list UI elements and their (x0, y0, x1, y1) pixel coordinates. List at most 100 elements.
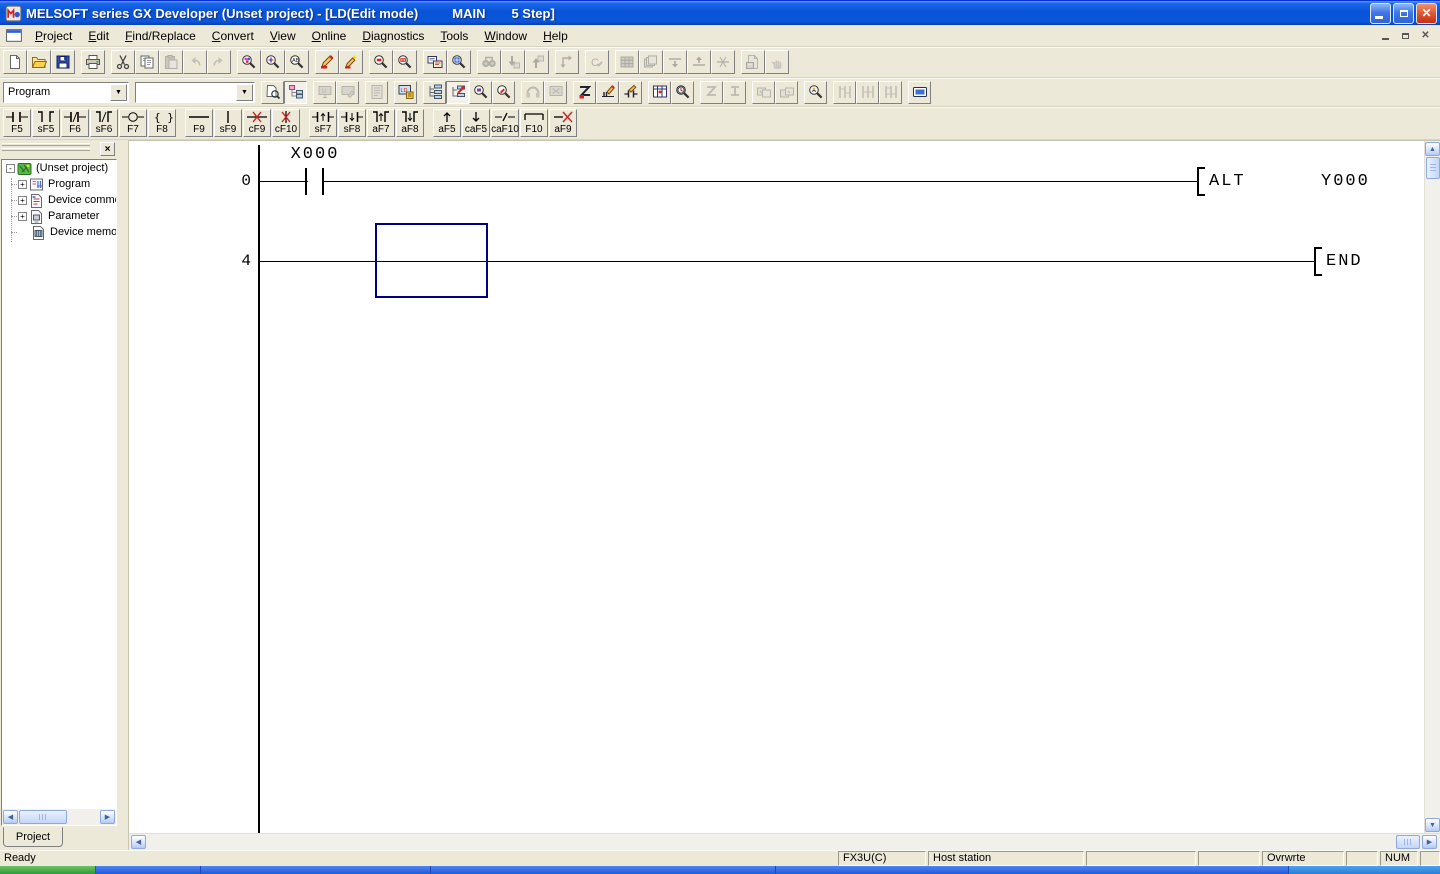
project-tab[interactable]: Project (3, 827, 63, 847)
scroll-left-icon[interactable]: ◀ (131, 835, 146, 849)
collapse-icon[interactable]: - (6, 164, 15, 173)
new-button[interactable] (3, 50, 27, 74)
tree-item[interactable]: +Program (2, 176, 116, 192)
scroll-right-icon[interactable]: ▶ (100, 810, 115, 824)
system-tray[interactable] (1288, 866, 1440, 874)
scroll-left-icon[interactable]: ◀ (3, 810, 18, 824)
fkey-cF10-button[interactable]: cF10 (272, 109, 300, 137)
screen-keyboard-button[interactable] (908, 81, 931, 104)
restore-button[interactable] (1393, 3, 1414, 24)
menu-tools[interactable]: Tools (432, 26, 476, 46)
docking-grip[interactable] (2, 148, 90, 151)
fkey-aF9-button[interactable]: aF9 (549, 109, 577, 137)
read-mode-button[interactable] (261, 81, 284, 104)
fkey-F10-button[interactable]: F10 (520, 109, 548, 137)
fkey-F6-button[interactable]: F6 (61, 109, 89, 137)
menu-window[interactable]: Window (476, 26, 535, 46)
data-name-combo[interactable]: ▼ (135, 82, 255, 103)
find-button[interactable] (237, 50, 261, 74)
chevron-down-icon[interactable]: ▼ (236, 84, 253, 101)
clock-monitor-button[interactable] (671, 81, 694, 104)
device-test-button[interactable] (573, 81, 596, 104)
screen-swap-button[interactable] (423, 50, 447, 74)
find-step-button[interactable] (393, 50, 417, 74)
replace-device-button[interactable] (315, 50, 339, 74)
panel-close-icon[interactable]: × (100, 142, 115, 156)
tree-pin-button[interactable] (446, 81, 469, 104)
copy-button[interactable] (135, 50, 159, 74)
fkey-F8-button[interactable]: { }F8 (148, 109, 176, 137)
find-edit-button[interactable] (492, 81, 515, 104)
tree-item[interactable]: +Device comment (2, 192, 116, 208)
fkey-sF7-button[interactable]: sF7 (309, 109, 337, 137)
fkey-F5-button[interactable]: F5 (3, 109, 31, 137)
close-button[interactable]: ✕ (1416, 3, 1437, 24)
find-contact-coil-button[interactable] (369, 50, 393, 74)
find-device-button[interactable] (261, 50, 285, 74)
panel-splitter[interactable] (118, 140, 128, 850)
menu-convert[interactable]: Convert (204, 26, 262, 46)
ladder-editor-canvas[interactable]: 0 X000 ALT Y000 4 END ▲ ▼ ◀ ▶ (128, 140, 1440, 850)
scroll-up-icon[interactable]: ▲ (1425, 142, 1440, 156)
mdi-close-button[interactable]: ✕ (1417, 28, 1434, 43)
forced-io-button[interactable] (596, 81, 619, 104)
data-type-combo[interactable]: Program ▼ (3, 82, 129, 103)
menu-view[interactable]: View (262, 26, 304, 46)
horizontal-scrollbar[interactable]: ◀ ▶ (129, 833, 1440, 850)
docking-grip[interactable] (2, 143, 90, 146)
menu-online[interactable]: Online (304, 26, 355, 46)
chevron-down-icon[interactable]: ▼ (110, 84, 127, 101)
forced-contact-button[interactable] (619, 81, 642, 104)
print-button[interactable] (81, 50, 105, 74)
scrollbar-thumb[interactable] (1426, 157, 1440, 179)
fkey-caF10-button[interactable]: caF10 (491, 109, 519, 137)
tree-item[interactable]: -(Unset project) (2, 160, 116, 176)
fkey-F9-button[interactable]: F9 (185, 109, 213, 137)
fkey-aF7-button[interactable]: aF7 (367, 109, 395, 137)
menu-diagnostics[interactable]: Diagnostics (354, 26, 432, 46)
expand-icon[interactable]: + (18, 212, 27, 221)
device-batch-button[interactable] (648, 81, 671, 104)
fkey-sF5-button[interactable]: sF5 (32, 109, 60, 137)
tree-view-button[interactable] (423, 81, 446, 104)
tree-horizontal-scrollbar[interactable]: ◀ ▶ (2, 809, 116, 825)
vertical-scrollbar[interactable]: ▲ ▼ (1424, 141, 1440, 833)
scroll-right-icon[interactable]: ▶ (1422, 835, 1437, 849)
windows-taskbar[interactable] (0, 866, 1440, 874)
fkey-caF5-button[interactable]: caF5 (462, 109, 490, 137)
find-string-button[interactable]: AB (285, 50, 309, 74)
replace-string-button[interactable] (339, 50, 363, 74)
mdi-restore-button[interactable] (1397, 28, 1414, 43)
mdi-minimize-button[interactable] (1377, 28, 1394, 43)
tree-item[interactable]: +Parameter (2, 208, 116, 224)
open-button[interactable] (27, 50, 51, 74)
ld-window-icon[interactable] (6, 28, 23, 43)
fkey-aF5-button[interactable]: aF5 (433, 109, 461, 137)
write-mode-button[interactable] (284, 81, 307, 104)
scroll-down-icon[interactable]: ▼ (1425, 818, 1440, 832)
program-check-button[interactable] (804, 81, 827, 104)
project-tree[interactable]: -(Unset project)+Program+Device comment+… (1, 159, 117, 826)
scrollbar-thumb[interactable] (19, 810, 67, 824)
cut-button[interactable] (111, 50, 135, 74)
world-find-button[interactable] (447, 50, 471, 74)
fkey-sF6-button[interactable]: sF6 (90, 109, 118, 137)
fkey-sF9-button[interactable]: sF9 (214, 109, 242, 137)
scrollbar-thumb[interactable] (1396, 835, 1420, 849)
expand-icon[interactable]: + (18, 180, 27, 189)
fkey-cF9-button[interactable]: cF9 (243, 109, 271, 137)
ladder-monitor-button[interactable]: LD (394, 81, 417, 104)
fkey-aF8-button[interactable]: aF8 (396, 109, 424, 137)
minimize-button[interactable] (1370, 3, 1391, 24)
tree-item[interactable]: Device memory (2, 224, 116, 240)
find-contact-button[interactable] (469, 81, 492, 104)
menu-find-replace[interactable]: Find/Replace (117, 26, 204, 46)
menu-project[interactable]: Project (27, 26, 80, 46)
fkey-sF8-button[interactable]: sF8 (338, 109, 366, 137)
expand-icon[interactable]: + (18, 196, 27, 205)
save-button[interactable] (51, 50, 75, 74)
menu-edit[interactable]: Edit (80, 26, 117, 46)
start-button[interactable] (0, 866, 96, 874)
fkey-F7-button[interactable]: F7 (119, 109, 147, 137)
menu-help[interactable]: Help (535, 26, 576, 46)
